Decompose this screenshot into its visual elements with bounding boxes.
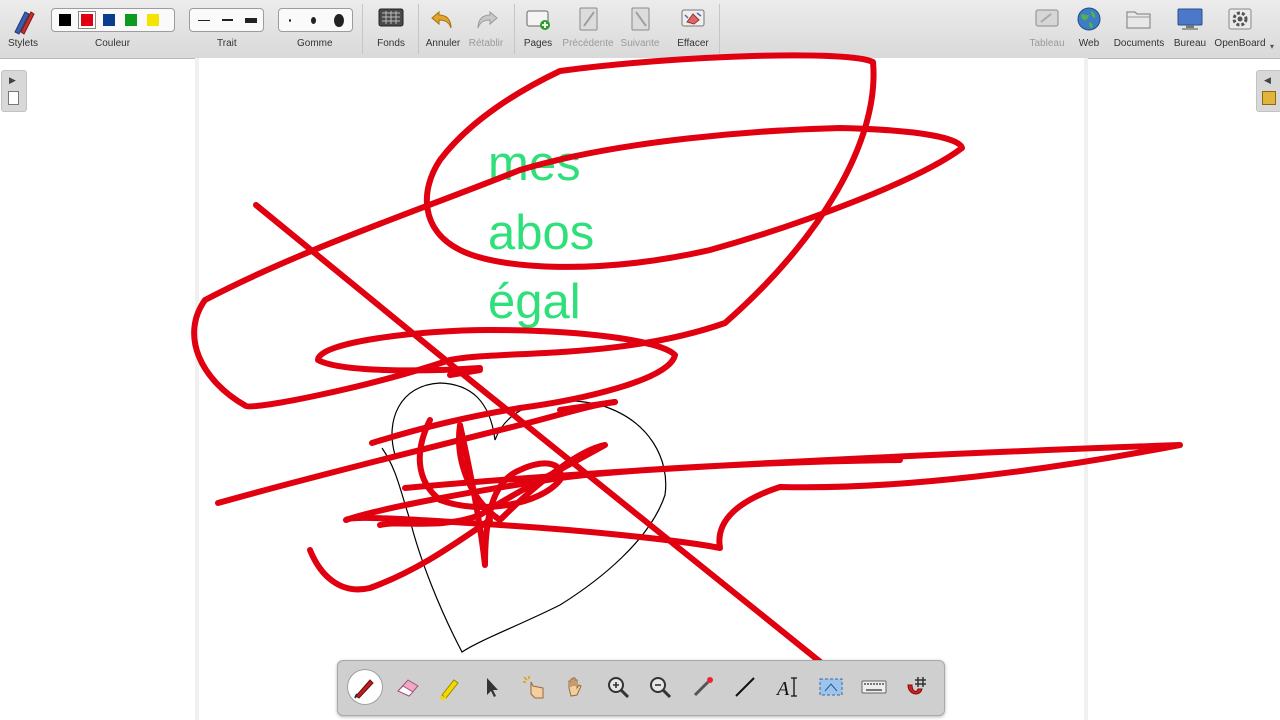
interact-icon (523, 676, 544, 699)
text-tool[interactable]: A (770, 669, 806, 705)
zoom-in-tool[interactable] (600, 669, 636, 705)
pen-icon (354, 679, 374, 699)
magnet-grid-tool[interactable] (899, 669, 935, 705)
text-icon: A (775, 677, 797, 700)
keyboard-icon (861, 680, 887, 694)
highlighter-tool[interactable] (432, 669, 468, 705)
selector-tool[interactable] (474, 669, 510, 705)
pen-tool[interactable] (347, 669, 383, 705)
interact-tool[interactable] (516, 669, 552, 705)
selector-icon (487, 678, 498, 697)
bottom-tool-dock: A (337, 660, 945, 716)
zoom-in-icon (608, 677, 630, 699)
red-scribble-center (377, 417, 608, 568)
laser-pointer-icon (693, 677, 713, 697)
hand-tool[interactable] (558, 669, 594, 705)
eraser-icon (397, 679, 419, 697)
hand-icon (568, 677, 582, 697)
magnet-grid-icon (907, 677, 926, 695)
svg-text:A: A (775, 678, 790, 700)
eraser-tool[interactable] (390, 669, 426, 705)
capture-tool[interactable] (813, 669, 849, 705)
line-icon (735, 677, 755, 697)
line-tool[interactable] (727, 669, 763, 705)
highlighter-icon (440, 679, 459, 700)
red-long-diagonal (253, 202, 883, 713)
laser-pointer-tool[interactable] (685, 669, 721, 705)
red-loop-top (191, 52, 965, 410)
zoom-out-icon (650, 677, 672, 699)
zoom-out-tool[interactable] (642, 669, 678, 705)
board-drawing (191, 52, 1183, 713)
capture-icon (819, 678, 843, 696)
red-bottom-hook (307, 517, 493, 593)
keyboard-tool[interactable] (856, 669, 892, 705)
